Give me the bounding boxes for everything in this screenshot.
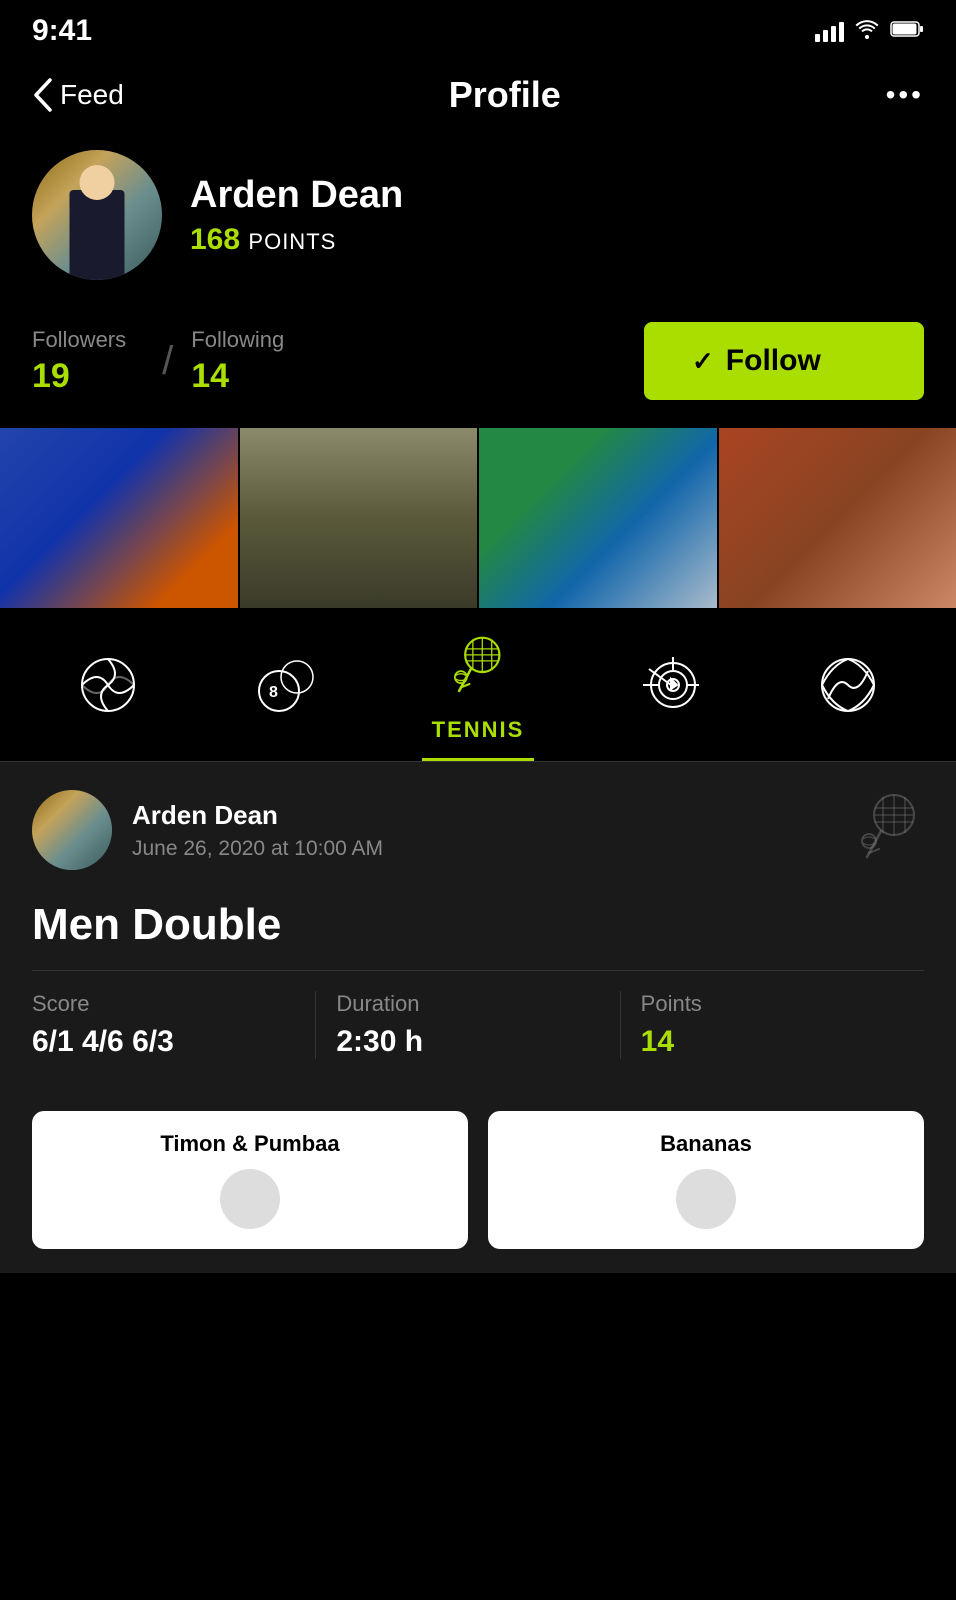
more-button[interactable]: ••• (886, 79, 924, 111)
photo-item-1[interactable] (0, 428, 240, 608)
stat-divider: / (162, 341, 173, 381)
signal-icon (815, 20, 844, 42)
follow-check-icon: ✓ (692, 346, 714, 377)
followers-count: 19 (32, 357, 126, 396)
team-2-name: Bananas (660, 1131, 752, 1157)
activity-user-info: Arden Dean June 26, 2020 at 10:00 AM (32, 790, 383, 870)
duration-label: Duration (336, 991, 599, 1017)
photo-item-2[interactable] (240, 428, 480, 608)
activity-points-label: Points (641, 991, 904, 1017)
status-time: 9:41 (32, 14, 92, 48)
wifi-icon (854, 18, 880, 45)
volleyball-icon (818, 655, 878, 724)
score-value: 6/1 4/6 6/3 (32, 1025, 295, 1059)
basketball-icon (78, 655, 138, 724)
points-number: 168 (190, 223, 240, 256)
tab-volleyball[interactable] (808, 655, 888, 742)
follow-label: Follow (726, 344, 821, 378)
battery-icon (890, 20, 924, 43)
tennis-icon (448, 636, 508, 705)
points-block: Points 14 (641, 991, 924, 1059)
back-button[interactable]: Feed (32, 78, 124, 112)
team-card-1[interactable]: Timon & Pumbaa (32, 1111, 468, 1249)
team-2-avatar (676, 1169, 736, 1229)
photo-item-3[interactable] (479, 428, 719, 608)
team-card-2[interactable]: Bananas (488, 1111, 924, 1249)
activity-tennis-icon (854, 793, 924, 868)
sport-tabs: 8 (0, 608, 956, 761)
profile-info: Arden Dean 168 POINTS (190, 174, 924, 257)
tab-billiards[interactable]: 8 (245, 655, 325, 742)
score-block: Score 6/1 4/6 6/3 (32, 991, 316, 1059)
activity-points-value: 14 (641, 1025, 904, 1059)
activity-meta: Arden Dean June 26, 2020 at 10:00 AM (132, 800, 383, 861)
activity-date: June 26, 2020 at 10:00 AM (132, 837, 383, 861)
team-1-name: Timon & Pumbaa (160, 1131, 339, 1157)
activity-stats: Score 6/1 4/6 6/3 Duration 2:30 h Points… (32, 991, 924, 1059)
tennis-label: TENNIS (432, 717, 525, 743)
profile-points: 168 POINTS (190, 223, 924, 257)
status-icons (815, 18, 924, 45)
page-title: Profile (449, 74, 561, 116)
duration-value: 2:30 h (336, 1025, 599, 1059)
activity-section: Arden Dean June 26, 2020 at 10:00 AM Men… (0, 762, 956, 1087)
follow-button[interactable]: ✓ Follow (644, 322, 924, 400)
photo-strip (0, 428, 956, 608)
following-label: Following (191, 327, 284, 353)
header: Feed Profile ••• (0, 56, 956, 140)
team-cards: Timon & Pumbaa Bananas (0, 1087, 956, 1273)
followers-block: Followers 19 (32, 327, 126, 396)
activity-avatar (32, 790, 112, 870)
target-icon (641, 655, 701, 724)
svg-text:8: 8 (269, 684, 278, 701)
points-label: POINTS (248, 229, 336, 254)
photo-item-4[interactable] (719, 428, 956, 608)
tab-tennis[interactable]: TENNIS (422, 636, 535, 761)
activity-header: Arden Dean June 26, 2020 at 10:00 AM (32, 790, 924, 870)
team-1-avatar (220, 1169, 280, 1229)
tab-target[interactable] (631, 655, 711, 742)
followers-label: Followers (32, 327, 126, 353)
activity-stats-divider (32, 970, 924, 971)
score-label: Score (32, 991, 295, 1017)
profile-section: Arden Dean 168 POINTS (0, 140, 956, 308)
activity-user-name: Arden Dean (132, 800, 383, 831)
profile-name: Arden Dean (190, 174, 924, 217)
following-count: 14 (191, 357, 284, 396)
following-block: Following 14 (191, 327, 284, 396)
back-label: Feed (60, 79, 124, 111)
tab-basketball[interactable] (68, 655, 148, 742)
followers-row: Followers 19 / Following 14 ✓ Follow (0, 308, 956, 428)
status-bar: 9:41 (0, 0, 956, 56)
duration-block: Duration 2:30 h (336, 991, 620, 1059)
avatar (32, 150, 162, 280)
activity-title: Men Double (32, 900, 924, 950)
billiards-icon: 8 (255, 655, 315, 724)
